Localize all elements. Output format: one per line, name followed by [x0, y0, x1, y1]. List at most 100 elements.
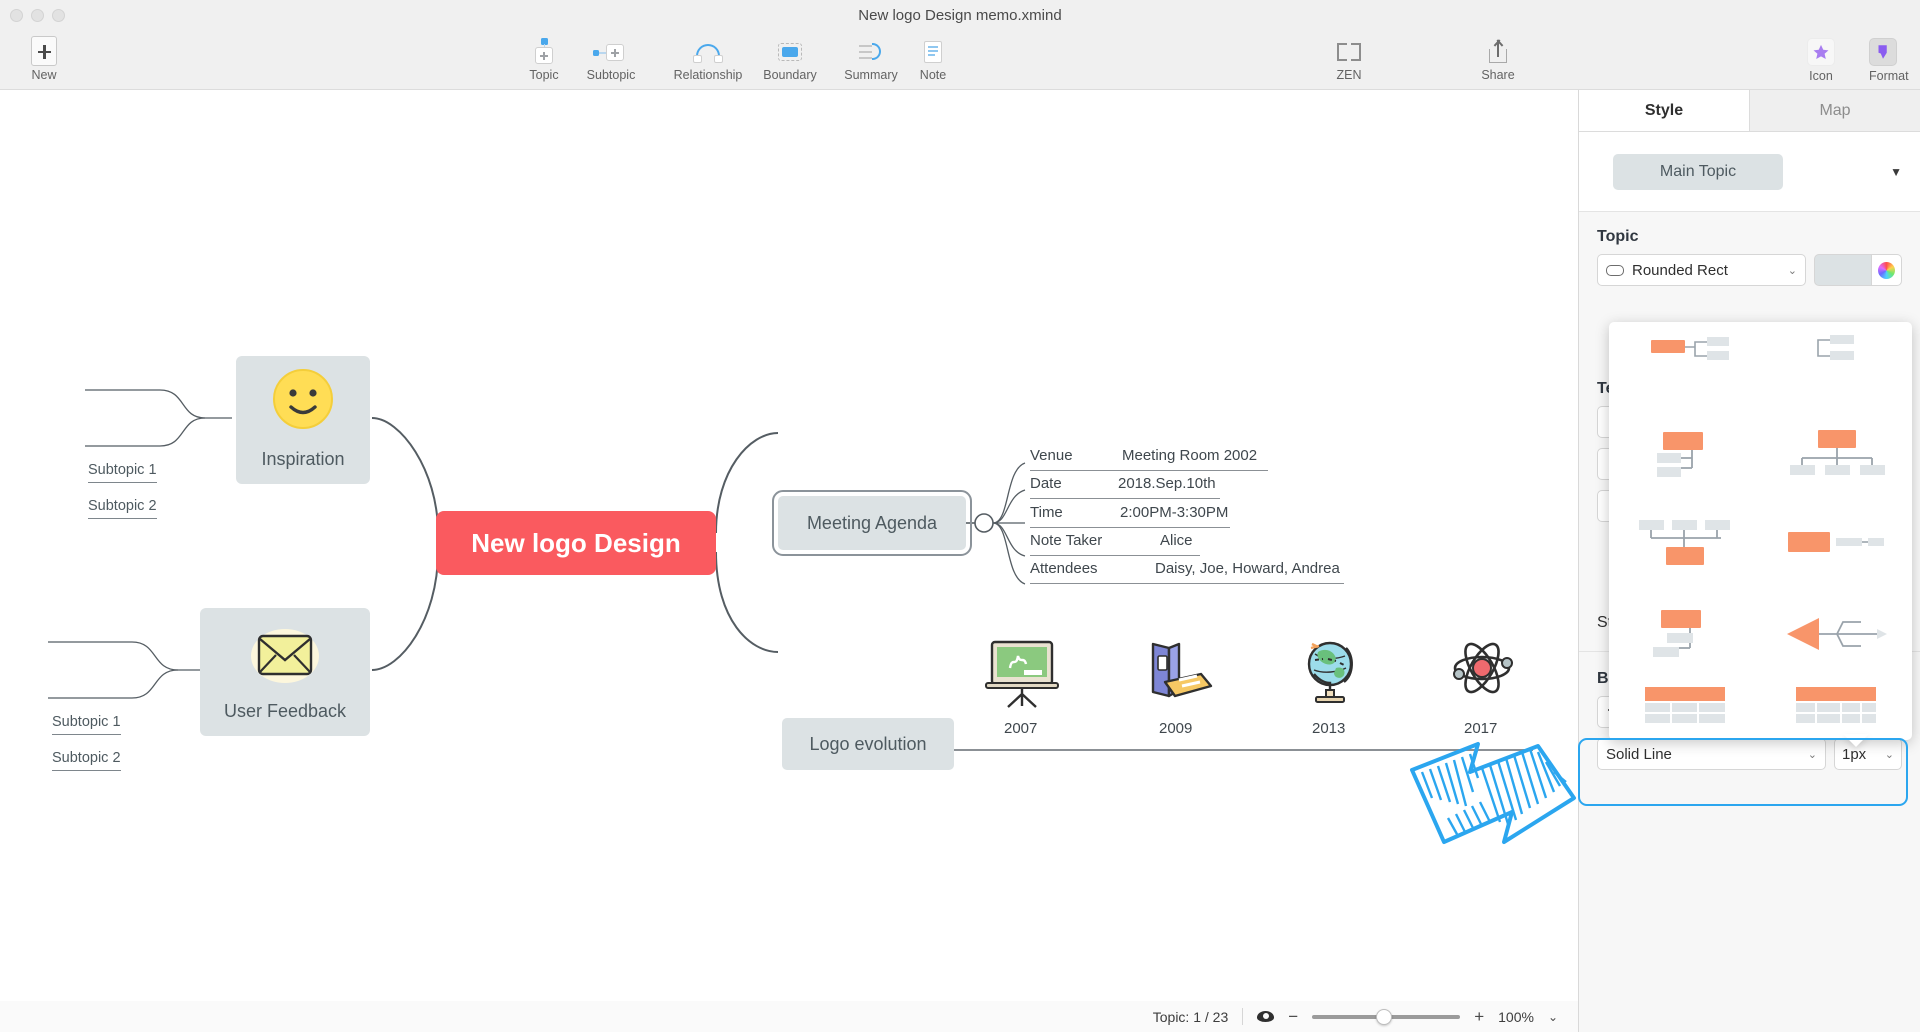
agenda-value-date[interactable]: 2018.Sep.10th	[1118, 475, 1216, 492]
tree-chart-icon	[1637, 604, 1733, 669]
toolbar-button-icon[interactable]: Icon	[1807, 38, 1835, 83]
status-divider	[1242, 1008, 1244, 1025]
mindmap-central-topic-label: New logo Design	[471, 527, 681, 558]
mindmap-node-user-feedback[interactable]: User Feedback	[200, 608, 370, 736]
mindmap-subtopic-feedback-2[interactable]: Subtopic 2	[52, 750, 121, 771]
structure-option-fishbone-left[interactable]	[1761, 591, 1913, 681]
structure-option-fishbone-right[interactable]	[1761, 502, 1913, 592]
tab-map[interactable]: Map	[1750, 90, 1920, 131]
topic-shape-row: Rounded Rect ⌄	[1579, 254, 1920, 296]
zoom-in-button[interactable]: +	[1474, 1007, 1484, 1027]
toolbar-button-relationship[interactable]: Relationship	[660, 36, 756, 82]
toolbar-label-share: Share	[1481, 68, 1515, 82]
agenda-key-venue[interactable]: Venue	[1030, 447, 1073, 464]
envelope-icon	[200, 628, 370, 684]
relationship-icon	[660, 36, 756, 66]
timeline-milestone-2017[interactable]: 2017	[1440, 638, 1524, 737]
timeline-year-2017: 2017	[1464, 720, 1498, 737]
structure-option-org-chart-down-wide[interactable]	[1761, 412, 1913, 502]
agenda-key-time[interactable]: Time	[1030, 504, 1063, 521]
mindmap-central-topic[interactable]: New logo Design	[436, 511, 716, 575]
timeline-milestone-2009[interactable]: 2009	[1135, 638, 1219, 737]
agenda-value-time[interactable]: 2:00PM-3:30PM	[1120, 504, 1228, 521]
mindmap-node-logo-evolution[interactable]: Logo evolution	[782, 718, 954, 770]
toolbar-label-subtopic: Subtopic	[586, 68, 636, 82]
toolbar-button-share[interactable]: Share	[1462, 36, 1534, 82]
toolbar-button-subtopic[interactable]: Subtopic	[575, 36, 647, 82]
topic-icon	[508, 36, 580, 66]
branch-style-select[interactable]: Solid Line ⌄	[1597, 738, 1826, 770]
agenda-key-date[interactable]: Date	[1030, 475, 1062, 492]
agenda-rule-note-taker	[1030, 555, 1200, 557]
zen-mode-icon	[1313, 36, 1385, 66]
mindmap-subtopic-feedback-1[interactable]: Subtopic 1	[52, 714, 121, 735]
toolbar-button-topic[interactable]: Topic	[508, 36, 580, 82]
org-chart-down-wide-icon	[1784, 424, 1888, 489]
agenda-value-attendees[interactable]: Daisy, Joe, Howard, Andrea	[1155, 560, 1340, 577]
chevron-down-icon[interactable]: ▼	[1890, 165, 1902, 179]
note-icon	[897, 36, 969, 66]
agenda-value-note-taker[interactable]: Alice	[1160, 532, 1193, 549]
toolbar-label-format: Format	[1869, 69, 1909, 83]
boundary-icon	[747, 36, 833, 66]
zoom-level-label: 100%	[1498, 1008, 1534, 1025]
branch-style-value: Solid Line	[1606, 745, 1672, 763]
topic-color-picker[interactable]	[1872, 254, 1902, 286]
timeline-year-2009: 2009	[1159, 720, 1193, 737]
timeline-milestone-2013[interactable]: 2013	[1288, 638, 1372, 737]
atom-icon	[1440, 638, 1524, 715]
main-toolbar: New Topic Subtopic Relationship Boundary	[0, 33, 1920, 90]
mindmap-canvas[interactable]: Inspiration Subtopic 1 Subtopic 2 User F…	[0, 90, 1578, 1000]
mindmap-node-meeting-agenda-label: Meeting Agenda	[806, 512, 938, 533]
agenda-key-attendees[interactable]: Attendees	[1030, 560, 1098, 577]
toolbar-button-new[interactable]: New	[8, 36, 80, 82]
timeline-horizontal-icon	[1635, 681, 1735, 740]
structure-option-org-chart-up[interactable]	[1609, 502, 1761, 592]
subtopic-icon	[575, 36, 647, 66]
agenda-value-venue[interactable]: Meeting Room 2002	[1122, 447, 1257, 464]
structure-option-logic-chart-left[interactable]	[1761, 322, 1913, 412]
agenda-rule-time	[1030, 527, 1230, 529]
toolbar-button-format[interactable]: Format	[1869, 38, 1909, 83]
mindmap-node-user-feedback-label: User Feedback	[223, 701, 347, 721]
structure-option-tree-chart[interactable]	[1609, 591, 1761, 681]
tab-style[interactable]: Style	[1579, 90, 1750, 131]
toolbar-button-note[interactable]: Note	[897, 36, 969, 82]
structure-option-timeline-horizontal[interactable]	[1609, 681, 1761, 740]
smiley-face-icon	[236, 366, 370, 432]
zoom-out-button[interactable]: −	[1288, 1007, 1298, 1027]
zoom-slider-handle[interactable]	[1376, 1008, 1393, 1025]
chevron-down-icon[interactable]: ⌄	[1548, 1010, 1558, 1024]
chevron-down-icon: ⌄	[1787, 264, 1797, 277]
globe-icon	[1288, 638, 1372, 715]
agenda-rule-venue	[1030, 470, 1268, 472]
mindmap-node-meeting-agenda[interactable]: Meeting Agenda	[772, 490, 972, 556]
structure-option-matrix-table[interactable]	[1761, 681, 1913, 740]
timeline-milestone-2007[interactable]: 2007	[980, 638, 1064, 737]
structure-options-popup[interactable]	[1609, 322, 1912, 740]
mindmap-node-logo-evolution-label: Logo evolution	[809, 733, 927, 754]
branch-width-value: 1px	[1842, 745, 1867, 763]
mindmap-node-inspiration-label: Inspiration	[261, 449, 345, 469]
topic-shape-value: Rounded Rect	[1632, 261, 1728, 279]
topic-shape-select[interactable]: Rounded Rect ⌄	[1597, 254, 1806, 286]
agenda-key-note-taker[interactable]: Note Taker	[1030, 532, 1102, 549]
toolbar-button-zen[interactable]: ZEN	[1313, 36, 1385, 82]
topic-selector-pill[interactable]: Main Topic	[1613, 153, 1783, 190]
mindmap-subtopic-inspiration-1[interactable]: Subtopic 1	[88, 462, 157, 483]
toolbar-label-boundary: Boundary	[763, 68, 817, 82]
window-title: New logo Design memo.xmind	[858, 7, 1062, 24]
books-icon	[1135, 638, 1219, 715]
structure-option-org-chart-down[interactable]	[1609, 412, 1761, 502]
zoom-slider[interactable]	[1312, 1008, 1461, 1025]
topic-selector-row: Main Topic ▼	[1579, 132, 1920, 212]
structure-option-logic-chart-right[interactable]	[1609, 322, 1761, 412]
mindmap-subtopic-inspiration-2[interactable]: Subtopic 2	[88, 498, 157, 519]
eye-icon[interactable]	[1257, 1011, 1275, 1022]
topic-fill-swatch[interactable]	[1814, 254, 1872, 286]
tab-style-label: Style	[1644, 101, 1684, 119]
section-title-topic: Topic	[1597, 228, 1639, 245]
status-topic-count: Topic: 1 / 23	[1152, 1008, 1229, 1025]
toolbar-button-boundary[interactable]: Boundary	[747, 36, 833, 82]
mindmap-node-inspiration[interactable]: Inspiration	[236, 356, 370, 484]
